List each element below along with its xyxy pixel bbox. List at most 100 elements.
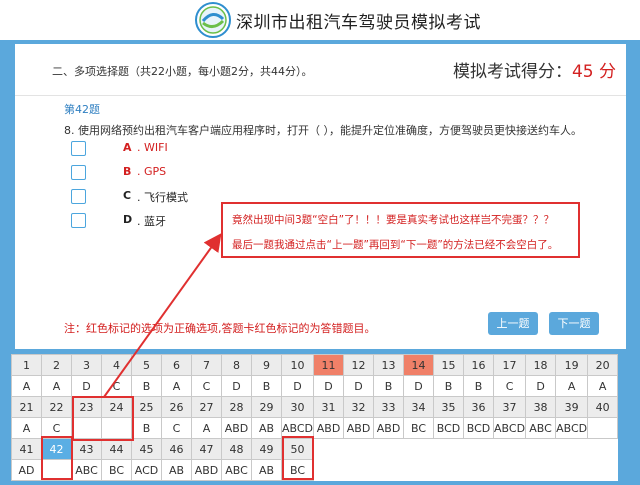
answer-cell-20[interactable]: A xyxy=(587,375,619,397)
question-cell-2[interactable]: 2 xyxy=(41,354,72,376)
answer-cell-21[interactable]: A xyxy=(11,417,42,439)
answer-cell-8[interactable]: D xyxy=(221,375,252,397)
answer-cell-13[interactable]: B xyxy=(373,375,405,397)
question-cell-44[interactable]: 44 xyxy=(101,438,132,460)
question-cell-43[interactable]: 43 xyxy=(71,438,102,460)
question-cell-38[interactable]: 38 xyxy=(525,396,557,418)
answer-cell-44[interactable]: BC xyxy=(101,459,132,481)
answer-cell-34[interactable]: BC xyxy=(403,417,435,439)
answer-cell-2[interactable]: A xyxy=(41,375,72,397)
question-cell-17[interactable]: 17 xyxy=(493,354,527,376)
answer-cell-32[interactable]: ABD xyxy=(343,417,375,439)
answer-cell-25[interactable]: B xyxy=(131,417,162,439)
answer-cell-5[interactable]: B xyxy=(131,375,162,397)
option-c-letter: C xyxy=(123,189,132,202)
top-header: 深圳市出租汽车驾驶员模拟考试 xyxy=(0,0,640,40)
question-cell-49[interactable]: 49 xyxy=(251,438,282,460)
question-cell-34[interactable]: 34 xyxy=(403,396,435,418)
answer-cell-46[interactable]: AB xyxy=(161,459,192,481)
answer-cell-10[interactable]: D xyxy=(280,375,315,397)
question-cell-13[interactable]: 13 xyxy=(373,354,405,376)
question-cell-37[interactable]: 37 xyxy=(493,396,527,418)
question-cell-21[interactable]: 21 xyxy=(11,396,42,418)
question-cell-28[interactable]: 28 xyxy=(221,396,252,418)
answer-cell-37[interactable]: ABCD xyxy=(493,417,527,439)
question-cell-40[interactable]: 40 xyxy=(587,396,619,418)
next-question-button[interactable]: 下一题 xyxy=(549,312,599,335)
question-cell-25[interactable]: 25 xyxy=(131,396,162,418)
question-cell-11[interactable]: 11 xyxy=(313,354,345,376)
answer-cell-18[interactable]: D xyxy=(525,375,557,397)
answer-cell-47[interactable]: ABD xyxy=(191,459,222,481)
question-cell-33[interactable]: 33 xyxy=(373,396,405,418)
option-d-checkbox[interactable] xyxy=(71,213,86,228)
question-cell-32[interactable]: 32 xyxy=(343,396,375,418)
question-cell-26[interactable]: 26 xyxy=(161,396,192,418)
question-cell-45[interactable]: 45 xyxy=(131,438,162,460)
answer-cell-33[interactable]: ABD xyxy=(373,417,405,439)
option-b-checkbox[interactable] xyxy=(71,165,86,180)
answer-cell-1[interactable]: A xyxy=(11,375,42,397)
answer-cell-14[interactable]: D xyxy=(403,375,435,397)
answer-cell-4[interactable]: C xyxy=(101,375,132,397)
answer-cell-41[interactable]: AD xyxy=(11,459,42,481)
question-cell-30[interactable]: 30 xyxy=(280,396,315,418)
question-cell-27[interactable]: 27 xyxy=(191,396,222,418)
answer-cell-39[interactable]: ABCD xyxy=(555,417,589,439)
answer-cell-29[interactable]: AB xyxy=(251,417,282,439)
section-header: 二、多项选择题（共22小题，每小题2分，共44分）。 模拟考试得分：45 分 xyxy=(15,44,626,96)
question-cell-16[interactable]: 16 xyxy=(463,354,495,376)
question-cell-20[interactable]: 20 xyxy=(587,354,619,376)
question-cell-48[interactable]: 48 xyxy=(221,438,252,460)
answer-cell-16[interactable]: B xyxy=(463,375,495,397)
question-cell-46[interactable]: 46 xyxy=(161,438,192,460)
answer-cell-3[interactable]: D xyxy=(71,375,102,397)
option-c-checkbox[interactable] xyxy=(71,189,86,204)
question-cell-39[interactable]: 39 xyxy=(555,396,589,418)
answer-cell-9[interactable]: B xyxy=(251,375,282,397)
question-cell-5[interactable]: 5 xyxy=(131,354,162,376)
answer-cell-36[interactable]: BCD xyxy=(463,417,495,439)
answer-cell-7[interactable]: C xyxy=(191,375,222,397)
answer-cell-15[interactable]: B xyxy=(433,375,465,397)
answer-cell-11[interactable]: D xyxy=(313,375,345,397)
answer-cell-26[interactable]: C xyxy=(161,417,192,439)
option-a-checkbox[interactable] xyxy=(71,141,86,156)
answer-cell-35[interactable]: BCD xyxy=(433,417,465,439)
prev-question-button[interactable]: 上一题 xyxy=(488,312,538,335)
answer-cell-40[interactable] xyxy=(587,417,619,439)
answer-cell-17[interactable]: C xyxy=(493,375,527,397)
question-cell-19[interactable]: 19 xyxy=(555,354,589,376)
question-cell-12[interactable]: 12 xyxy=(343,354,375,376)
question-cell-8[interactable]: 8 xyxy=(221,354,252,376)
answer-cell-31[interactable]: ABD xyxy=(313,417,345,439)
answer-cell-27[interactable]: A xyxy=(191,417,222,439)
answer-cell-19[interactable]: A xyxy=(555,375,589,397)
answer-cell-45[interactable]: ACD xyxy=(131,459,162,481)
question-cell-10[interactable]: 10 xyxy=(280,354,315,376)
question-cell-31[interactable]: 31 xyxy=(313,396,345,418)
answer-cell-38[interactable]: ABC xyxy=(525,417,557,439)
question-cell-1[interactable]: 1 xyxy=(11,354,42,376)
answer-cell-48[interactable]: ABC xyxy=(221,459,252,481)
question-cell-22[interactable]: 22 xyxy=(41,396,72,418)
question-cell-4[interactable]: 4 xyxy=(101,354,132,376)
question-cell-35[interactable]: 35 xyxy=(433,396,465,418)
question-cell-47[interactable]: 47 xyxy=(191,438,222,460)
answer-cell-12[interactable]: D xyxy=(343,375,375,397)
question-cell-3[interactable]: 3 xyxy=(71,354,102,376)
question-cell-41[interactable]: 41 xyxy=(11,438,42,460)
answer-cell-49[interactable]: AB xyxy=(251,459,282,481)
question-cell-7[interactable]: 7 xyxy=(191,354,222,376)
question-cell-14[interactable]: 14 xyxy=(403,354,435,376)
answer-cell-6[interactable]: A xyxy=(161,375,192,397)
question-cell-36[interactable]: 36 xyxy=(463,396,495,418)
question-cell-15[interactable]: 15 xyxy=(433,354,465,376)
question-cell-29[interactable]: 29 xyxy=(251,396,282,418)
question-cell-18[interactable]: 18 xyxy=(525,354,557,376)
annotation-line-1: 竟然出现中间3题“空白”了！！！要是真实考试也这样岂不完蛋？？？ xyxy=(232,214,555,226)
question-cell-9[interactable]: 9 xyxy=(251,354,282,376)
answer-cell-43[interactable]: ABC xyxy=(71,459,102,481)
question-cell-6[interactable]: 6 xyxy=(161,354,192,376)
answer-cell-28[interactable]: ABD xyxy=(221,417,252,439)
